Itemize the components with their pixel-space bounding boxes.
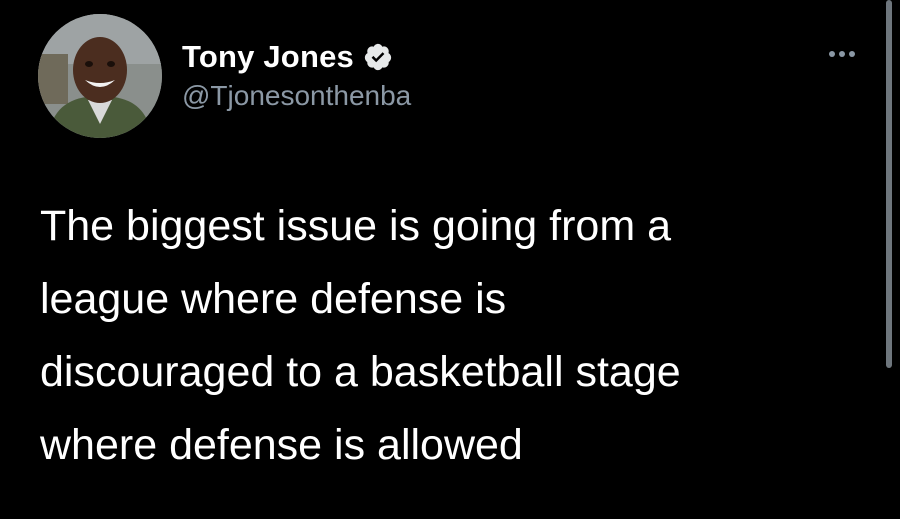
author-avatar[interactable] (38, 14, 162, 138)
more-options-icon[interactable] (822, 44, 862, 64)
name-row: Tony Jones (182, 38, 411, 76)
tweet-text-line: The biggest issue is going from a (40, 202, 671, 250)
more-dot (839, 51, 845, 57)
tweet-text-line: league where defense is (40, 275, 507, 323)
more-dot (829, 51, 835, 57)
more-dot (849, 51, 855, 57)
author-handle[interactable]: @Tjonesonthenba (182, 80, 411, 112)
tweet-text: The biggest issue is going from a league… (40, 190, 860, 482)
avatar-photo-icon (38, 14, 162, 138)
tweet-text-line: discouraged to a basketball stage (40, 348, 681, 396)
verified-badge-icon (363, 42, 393, 72)
scrollbar[interactable] (886, 0, 892, 368)
author-info: Tony Jones @Tjonesonthenba (182, 38, 411, 112)
tweet-card: Tony Jones @Tjonesonthenba The biggest i… (0, 0, 900, 519)
author-display-name[interactable]: Tony Jones (182, 39, 354, 75)
tweet-text-line: where defense is allowed (40, 421, 523, 469)
